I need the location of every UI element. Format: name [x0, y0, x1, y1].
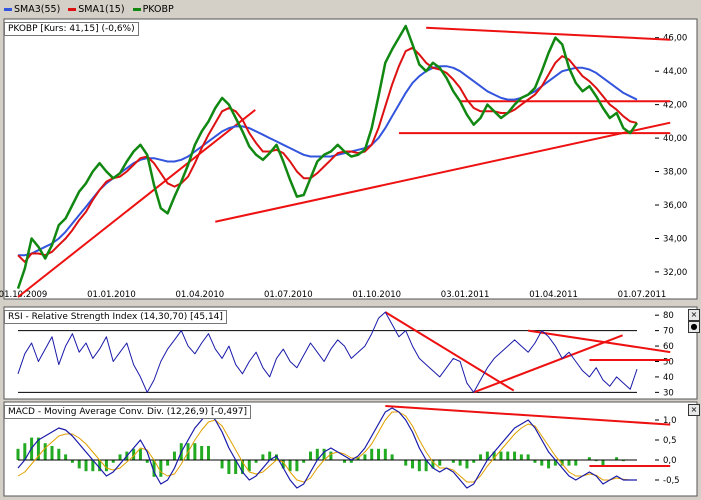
- price-x-tick-label: 01.04.2010: [176, 290, 225, 300]
- price-y-tick-label: 32,00: [663, 268, 687, 278]
- rsi-close-icon[interactable]: ×: [688, 309, 700, 321]
- legend-swatch-icon: [68, 8, 77, 11]
- price-y-tick-label: 34,00: [663, 234, 687, 244]
- legend-swatch-icon: [4, 8, 12, 11]
- macd-y-tick-label: 0,5: [663, 436, 677, 446]
- rsi-y-tick-label: 30: [663, 388, 674, 398]
- chart-stage: 32,0034,0036,0038,0040,0042,0044,0046,00…: [0, 18, 698, 497]
- price-x-tick-label: 01.01.2010: [87, 290, 136, 300]
- macd-panel-caption: MACD - Moving Average Conv. Div. (12,26,…: [4, 405, 252, 419]
- price-y-tick-label: 40,00: [663, 134, 687, 144]
- macd-y-tick-label: 0,0: [663, 456, 677, 466]
- rsi-panel-caption: RSI - Relative Strength Index (14,30,70)…: [4, 310, 227, 324]
- price-y-tick-label: 36,00: [663, 201, 687, 211]
- price-x-tick-label: 01.07.2010: [264, 290, 313, 300]
- rsi-restore-icon[interactable]: ●: [688, 321, 700, 333]
- price-panel-background: [3, 18, 698, 300]
- legend-label: SMA3(55): [14, 4, 61, 15]
- legend: SMA3(55) SMA1(15) PKOBP: [4, 3, 174, 16]
- price-panel: 32,0034,0036,0038,0040,0042,0044,0046,00…: [0, 18, 698, 300]
- rsi-y-tick-label: 70: [663, 327, 674, 337]
- legend-item-sma15: SMA1(15): [68, 4, 125, 15]
- price-y-tick-label: 38,00: [663, 168, 687, 178]
- legend-item-pkobp: PKOBP: [132, 4, 174, 15]
- macd-y-tick-label: -0,5: [663, 476, 680, 486]
- macd-close-icon[interactable]: ×: [688, 404, 700, 416]
- legend-label: PKOBP: [142, 4, 174, 15]
- price-y-tick-label: 44,00: [663, 67, 687, 77]
- legend-swatch-icon: [132, 8, 141, 11]
- legend-label: SMA1(15): [78, 4, 125, 15]
- legend-item-sma55: SMA3(55): [4, 4, 60, 15]
- price-x-tick-label: 03.01.2011: [441, 290, 490, 300]
- price-x-tick-label: 01.07.2011: [618, 290, 667, 300]
- price-x-tick-label: 01.04.2011: [529, 290, 578, 300]
- rsi-y-tick-label: 80: [663, 311, 674, 321]
- price-panel-caption: PKOBP [Kurs: 41,15] (-0,6%): [4, 22, 139, 36]
- rsi-y-tick-label: 40: [663, 373, 674, 383]
- price-x-tick-label: 01.10.2010: [352, 290, 401, 300]
